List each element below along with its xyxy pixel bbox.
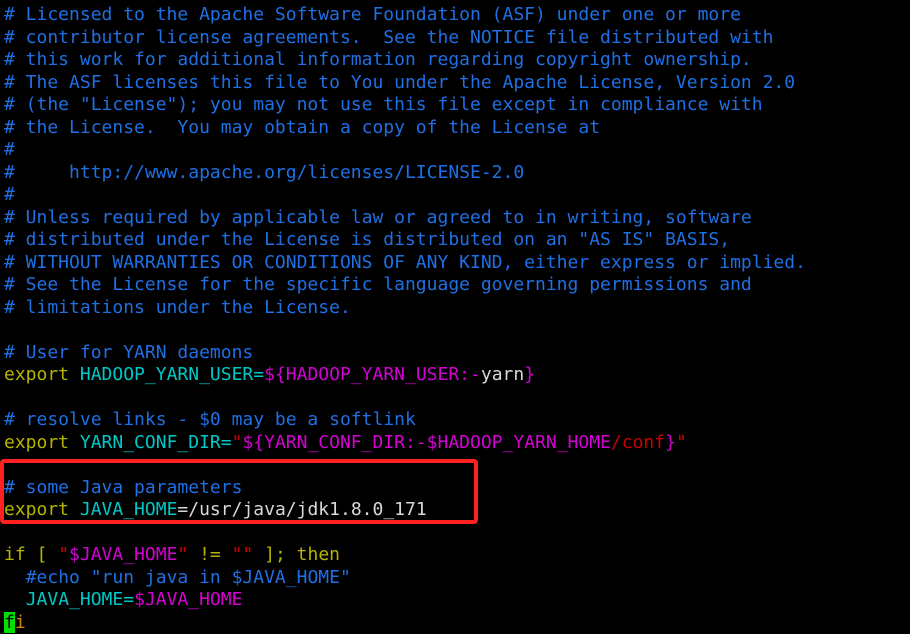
code-line[interactable]: # User for YARN daemons — [4, 342, 910, 365]
code-token — [69, 364, 80, 385]
code-token: ${HADOOP_YARN_USER:- — [264, 364, 481, 385]
code-token: # User for YARN daemons — [4, 342, 253, 363]
code-token: " — [232, 432, 243, 453]
code-token: HADOOP_YARN_USER= — [80, 364, 264, 385]
code-line[interactable]: export JAVA_HOME=/usr/java/jdk1.8.0_171 — [4, 499, 910, 522]
code-token: #echo "run java in $JAVA_HOME" — [26, 567, 351, 588]
code-token: } — [665, 432, 676, 453]
code-line[interactable]: # — [4, 184, 910, 207]
code-token — [4, 589, 26, 610]
code-token: " — [58, 544, 69, 565]
code-editor-content[interactable]: # Licensed to the Apache Software Founda… — [0, 0, 910, 634]
code-line[interactable]: # See the License for the specific langu… — [4, 274, 910, 297]
code-line[interactable]: # — [4, 139, 910, 162]
terminal-window[interactable]: # Licensed to the Apache Software Founda… — [0, 0, 910, 633]
code-token: /conf — [611, 432, 665, 453]
code-token: # Unless required by applicable law or a… — [4, 207, 752, 228]
code-line[interactable]: # distributed under the License is distr… — [4, 229, 910, 252]
code-line[interactable]: export YARN_CONF_DIR="${YARN_CONF_DIR:-$… — [4, 432, 910, 455]
code-line[interactable] — [4, 387, 910, 410]
code-token: if [ — [4, 544, 58, 565]
code-token: != — [188, 544, 231, 565]
code-token: } — [524, 364, 535, 385]
code-token: # — [4, 139, 15, 160]
code-token: # — [4, 184, 15, 205]
code-token: # (the "License"); you may not use this … — [4, 94, 763, 115]
code-token: yarn — [481, 364, 524, 385]
code-token: i — [15, 612, 26, 633]
code-line[interactable]: # http://www.apache.org/licenses/LICENSE… — [4, 162, 910, 185]
code-token: export — [4, 432, 69, 453]
code-line[interactable]: # Unless required by applicable law or a… — [4, 207, 910, 230]
code-token: ${YARN_CONF_DIR:-$HADOOP_YARN_HOME — [242, 432, 610, 453]
code-line[interactable]: export HADOOP_YARN_USER=${HADOOP_YARN_US… — [4, 364, 910, 387]
code-token: # distributed under the License is distr… — [4, 229, 730, 250]
code-token: # http://www.apache.org/licenses/LICENSE… — [4, 162, 524, 183]
code-token: # resolve links - $0 may be a softlink — [4, 409, 416, 430]
code-token: # this work for additional information r… — [4, 49, 752, 70]
code-token: # limitations under the License. — [4, 297, 351, 318]
code-line[interactable]: # contributor license agreements. See th… — [4, 27, 910, 50]
code-line[interactable]: # resolve links - $0 may be a softlink — [4, 409, 910, 432]
code-token: # WITHOUT WARRANTIES OR CONDITIONS OF AN… — [4, 252, 806, 273]
code-token: export — [4, 499, 69, 520]
code-line[interactable]: # Licensed to the Apache Software Founda… — [4, 4, 910, 27]
code-token: JAVA_HOME — [80, 499, 178, 520]
code-token: " — [676, 432, 687, 453]
code-line[interactable]: # The ASF licenses this file to You unde… — [4, 72, 910, 95]
code-token: $JAVA_HOME — [134, 589, 242, 610]
code-token: # the License. You may obtain a copy of … — [4, 117, 600, 138]
code-token — [69, 432, 80, 453]
code-token — [69, 499, 80, 520]
code-line[interactable] — [4, 319, 910, 342]
code-line[interactable]: # (the "License"); you may not use this … — [4, 94, 910, 117]
code-line[interactable] — [4, 454, 910, 477]
code-token: $JAVA_HOME — [69, 544, 177, 565]
code-line[interactable]: if [ "$JAVA_HOME" != "" ]; then — [4, 544, 910, 567]
code-line[interactable] — [4, 522, 910, 545]
text-cursor: f — [4, 612, 15, 633]
code-token: ]; then — [253, 544, 340, 565]
code-token: =/usr/java/jdk1.8.0_171 — [177, 499, 426, 520]
code-token: "" — [232, 544, 254, 565]
code-line[interactable]: # the License. You may obtain a copy of … — [4, 117, 910, 140]
code-line[interactable]: # WITHOUT WARRANTIES OR CONDITIONS OF AN… — [4, 252, 910, 275]
code-line[interactable]: #echo "run java in $JAVA_HOME" — [4, 567, 910, 590]
code-line[interactable]: fi — [4, 612, 910, 634]
code-line[interactable]: # some Java parameters — [4, 477, 910, 500]
code-token — [4, 567, 26, 588]
code-token: JAVA_HOME= — [26, 589, 134, 610]
code-token: # some Java parameters — [4, 477, 242, 498]
code-line[interactable]: JAVA_HOME=$JAVA_HOME — [4, 589, 910, 612]
code-line[interactable]: # this work for additional information r… — [4, 49, 910, 72]
code-token: # The ASF licenses this file to You unde… — [4, 72, 795, 93]
code-token: # contributor license agreements. See th… — [4, 27, 773, 48]
code-token: " — [177, 544, 188, 565]
code-token: # See the License for the specific langu… — [4, 274, 752, 295]
code-token: # Licensed to the Apache Software Founda… — [4, 4, 741, 25]
code-token: export — [4, 364, 69, 385]
code-token: YARN_CONF_DIR= — [80, 432, 232, 453]
code-line[interactable]: # limitations under the License. — [4, 297, 910, 320]
